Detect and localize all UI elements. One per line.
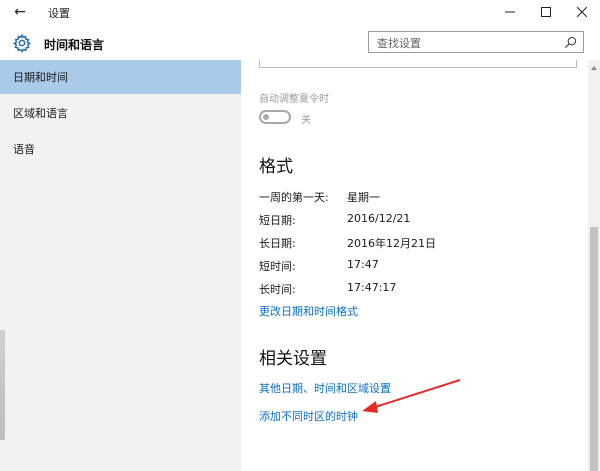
- page-title: 时间和语言: [44, 38, 105, 52]
- content-scrollbar[interactable]: [588, 60, 600, 471]
- title-bar: ← 设置: [0, 0, 600, 24]
- search-input[interactable]: [375, 34, 559, 52]
- background-window-edge: [0, 330, 5, 440]
- settings-window: ← 设置 时间和语言 日期和: [0, 0, 600, 471]
- sidebar-item-label: 日期和时间: [13, 71, 68, 84]
- back-button[interactable]: ←: [8, 2, 32, 22]
- first-day-value: 星期一: [347, 191, 380, 204]
- scroll-up-icon[interactable]: [590, 64, 598, 72]
- app-header: 时间和语言: [0, 24, 600, 60]
- format-section-title: 格式: [259, 157, 293, 177]
- maximize-button[interactable]: [528, 0, 564, 24]
- search-icon[interactable]: [564, 36, 577, 49]
- window-title: 设置: [48, 7, 70, 20]
- short-time-label: 短时间:: [259, 260, 296, 273]
- long-date-label: 长日期:: [259, 237, 296, 250]
- scroll-thumb[interactable]: [590, 227, 598, 471]
- change-format-link[interactable]: 更改日期和时间格式: [259, 303, 358, 319]
- long-time-value: 17:47:17: [347, 281, 397, 294]
- related-settings-title: 相关设置: [259, 349, 327, 369]
- search-box[interactable]: [368, 31, 584, 53]
- dst-toggle-state: 关: [301, 115, 311, 126]
- sidebar-item-label: 语音: [13, 143, 35, 156]
- sidebar-item-label: 区域和语言: [13, 107, 68, 120]
- dst-toggle[interactable]: [259, 110, 291, 124]
- maximize-icon: [541, 7, 551, 17]
- back-arrow-icon: ←: [14, 4, 26, 20]
- other-date-time-region-link[interactable]: 其他日期、时间和区域设置: [259, 380, 391, 396]
- long-time-label: 长时间:: [259, 283, 296, 296]
- sidebar-item-region-language[interactable]: 区域和语言: [0, 96, 241, 130]
- sidebar: 日期和时间 区域和语言 语音: [0, 60, 241, 471]
- toggle-knob: [263, 114, 269, 120]
- add-clocks-link[interactable]: 添加不同时区的时钟: [259, 408, 358, 424]
- sidebar-item-speech[interactable]: 语音: [0, 132, 241, 166]
- sidebar-item-date-time[interactable]: 日期和时间: [0, 60, 241, 94]
- short-date-value: 2016/12/21: [347, 212, 411, 225]
- short-time-value: 17:47: [347, 258, 379, 271]
- dst-label: 自动调整夏令时: [259, 94, 329, 105]
- content-pane: 自动调整夏令时 关 格式 一周的第一天: 星期一 短日期: 2016/12/21…: [241, 60, 588, 471]
- first-day-label: 一周的第一天:: [259, 191, 329, 204]
- short-date-label: 短日期:: [259, 214, 296, 227]
- close-button[interactable]: [564, 0, 600, 24]
- minimize-icon: [505, 11, 515, 13]
- timezone-dropdown[interactable]: [259, 60, 577, 68]
- minimize-button[interactable]: [492, 0, 528, 24]
- gear-icon: [13, 33, 31, 53]
- long-date-value: 2016年12月21日: [347, 237, 436, 250]
- close-icon: [577, 7, 587, 17]
